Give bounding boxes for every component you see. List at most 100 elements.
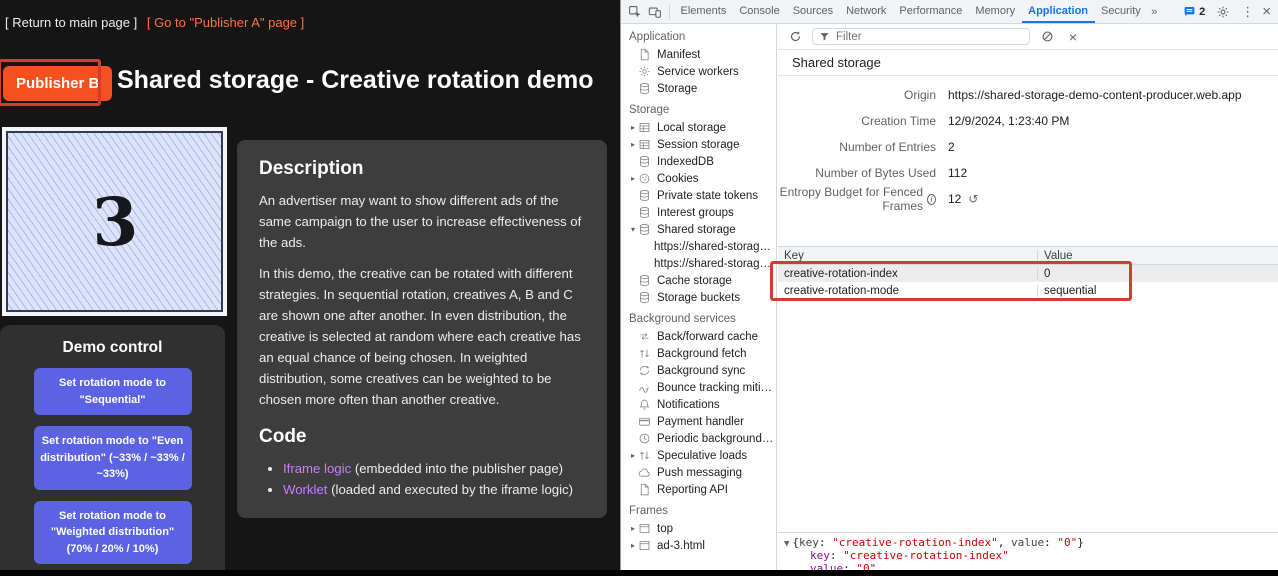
code-list: Iframe logic (embedded into the publishe…: [259, 458, 585, 500]
sidebar-item-storage-buckets[interactable]: Storage buckets: [621, 289, 776, 306]
panel-toolbar: ×: [778, 24, 1278, 50]
sidebar-item-label: Speculative loads: [657, 450, 747, 462]
sidebar-item-periodic-background-s[interactable]: Periodic background s...: [621, 430, 776, 447]
chevron-right-icon: ▸: [628, 174, 638, 183]
sidebar-item-label: Local storage: [657, 122, 726, 134]
panel-title: Shared storage: [778, 50, 1278, 76]
device-toolbar-icon[interactable]: [646, 3, 664, 21]
sidebar-item-ad-3-html[interactable]: ▸ad-3.html: [621, 537, 776, 554]
sidebar-item-label: Cookies: [657, 173, 699, 185]
sidebar-item-label: https://shared-storage-d...: [654, 258, 776, 270]
sidebar-item-label: Bounce tracking mitiga...: [657, 382, 776, 394]
demo-control-panel: Demo control Set rotation mode to "Seque…: [0, 325, 225, 576]
tab-sources[interactable]: Sources: [786, 0, 839, 23]
sidebar-item-label: top: [657, 523, 673, 535]
sidebar-item-cache-storage[interactable]: Cache storage: [621, 272, 776, 289]
reset-budget-icon[interactable]: ↺: [968, 192, 978, 206]
sidebar-section-storage: Storage: [621, 97, 776, 119]
tab-security[interactable]: Security: [1095, 0, 1148, 23]
refresh-icon[interactable]: [786, 28, 804, 46]
chevron-right-icon: ▸: [628, 123, 638, 132]
filter-input[interactable]: [834, 30, 1023, 44]
meta-value: 12/9/2024, 1:23:40 PM: [948, 114, 1069, 128]
chevron-right-icon: ▸: [628, 140, 638, 149]
sidebar-item-manifest[interactable]: Manifest: [621, 46, 776, 63]
tab-application[interactable]: Application: [1022, 0, 1095, 23]
arrows-up-down-icon: [638, 347, 652, 361]
sidebar-item-notifications[interactable]: Notifications: [621, 396, 776, 413]
sidebar-item-label: Storage: [657, 83, 697, 95]
database-icon: [638, 291, 652, 305]
sidebar-item-https-shared-storage-d[interactable]: https://shared-storage-d...: [621, 255, 776, 272]
publisher-a-link[interactable]: [ Go to "Publisher A" page ]: [147, 15, 304, 30]
delete-all-icon[interactable]: [1038, 28, 1056, 46]
sidebar-item-label: Push messaging: [657, 467, 742, 479]
more-options-icon[interactable]: ⋮: [1241, 4, 1254, 20]
tab-elements[interactable]: Elements: [674, 0, 733, 23]
sidebar-item-session-storage[interactable]: ▸Session storage: [621, 136, 776, 153]
sidebar-item-service-workers[interactable]: Service workers: [621, 63, 776, 80]
settings-gear-icon[interactable]: [1214, 3, 1232, 21]
sidebar-item-reporting-api[interactable]: Reporting API: [621, 481, 776, 498]
sync-icon: [638, 364, 652, 378]
sidebar-item-shared-storage[interactable]: ▾Shared storage: [621, 221, 776, 238]
sidebar-item-cookies[interactable]: ▸ Cookies: [621, 170, 776, 187]
preview-property: key: "creative-rotation-index": [784, 549, 1272, 562]
expander-triangle-icon[interactable]: ▼: [784, 539, 789, 549]
file-icon: [638, 483, 652, 497]
top-links: [ Return to main page ] [ Go to "Publish…: [5, 15, 310, 30]
info-icon[interactable]: i: [927, 194, 936, 205]
sidebar-item-storage[interactable]: Storage: [621, 80, 776, 97]
column-header-value[interactable]: Value: [1038, 250, 1278, 262]
meta-label: Number of Bytes Used: [778, 166, 936, 180]
filter-box[interactable]: [812, 28, 1030, 45]
inspect-element-icon[interactable]: [626, 3, 644, 21]
publisher-b-button[interactable]: Publisher B: [3, 66, 112, 101]
sidebar-item-background-sync[interactable]: Background sync: [621, 362, 776, 379]
gear-icon: [638, 65, 652, 79]
sidebar-item-label: Reporting API: [657, 484, 728, 496]
table-row-creative-rotation-index[interactable]: creative-rotation-index0: [778, 265, 1278, 282]
preview-summary: ▼{key: "creative-rotation-index", value:…: [784, 536, 1272, 549]
metadata-row-origin: Originhttps://shared-storage-demo-conten…: [778, 82, 1278, 108]
database-icon: [638, 274, 652, 288]
sidebar-item-interest-groups[interactable]: Interest groups: [621, 204, 776, 221]
tab-performance[interactable]: Performance: [893, 0, 969, 23]
worklet-link[interactable]: Worklet: [283, 482, 327, 497]
sidebar-item-indexeddb[interactable]: IndexedDB: [621, 153, 776, 170]
sidebar-item-bounce-tracking-mitiga[interactable]: Bounce tracking mitiga...: [621, 379, 776, 396]
sidebar-item-https-shared-storage-d[interactable]: https://shared-storage-d...: [621, 238, 776, 255]
tab-memory[interactable]: Memory: [969, 0, 1022, 23]
sidebar-item-top[interactable]: ▸ top: [621, 520, 776, 537]
sidebar-item-payment-handler[interactable]: Payment handler: [621, 413, 776, 430]
chevron-right-icon: ▸: [628, 524, 638, 533]
clear-icon[interactable]: ×: [1064, 28, 1082, 46]
more-tabs-chevron[interactable]: »: [1147, 6, 1161, 18]
sidebar-item-label: Payment handler: [657, 416, 744, 428]
demo-rotation-button-3[interactable]: Set rotation mode to "Weighted distribut…: [34, 501, 192, 565]
database-icon: [638, 155, 652, 169]
issues-badge[interactable]: 2: [1183, 5, 1205, 18]
tab-network[interactable]: Network: [840, 0, 893, 23]
meta-value: 112: [948, 166, 967, 180]
sidebar-item-background-fetch[interactable]: Background fetch: [621, 345, 776, 362]
sidebar-item-local-storage[interactable]: ▸ Local storage: [621, 119, 776, 136]
database-icon: [638, 189, 652, 203]
meta-label: Origin: [778, 88, 936, 102]
close-devtools-icon[interactable]: ×: [1262, 4, 1271, 19]
sidebar-item-private-state-tokens[interactable]: Private state tokens: [621, 187, 776, 204]
sidebar-item-push-messaging[interactable]: Push messaging: [621, 464, 776, 481]
demo-rotation-button-1[interactable]: Set rotation mode to "Sequential": [34, 368, 192, 415]
toolbar-divider: [669, 4, 670, 19]
sidebar-item-speculative-loads[interactable]: ▸Speculative loads: [621, 447, 776, 464]
metadata-row-number-of-bytes-used: Number of Bytes Used 112: [778, 160, 1278, 186]
tab-console[interactable]: Console: [733, 0, 786, 23]
return-main-link[interactable]: [ Return to main page ]: [5, 15, 137, 30]
iframe-logic-link[interactable]: Iframe logic: [283, 461, 351, 476]
demo-rotation-button-2[interactable]: Set rotation mode to "Even distribution"…: [34, 426, 192, 490]
table-row-creative-rotation-mode[interactable]: creative-rotation-modesequential: [778, 282, 1278, 299]
screenshot-root: [ Return to main page ] [ Go to "Publish…: [0, 0, 1278, 576]
column-header-key[interactable]: Key: [778, 250, 1038, 262]
bell-icon: [638, 398, 652, 412]
sidebar-item-back-forward-cache[interactable]: Back/forward cache: [621, 328, 776, 345]
